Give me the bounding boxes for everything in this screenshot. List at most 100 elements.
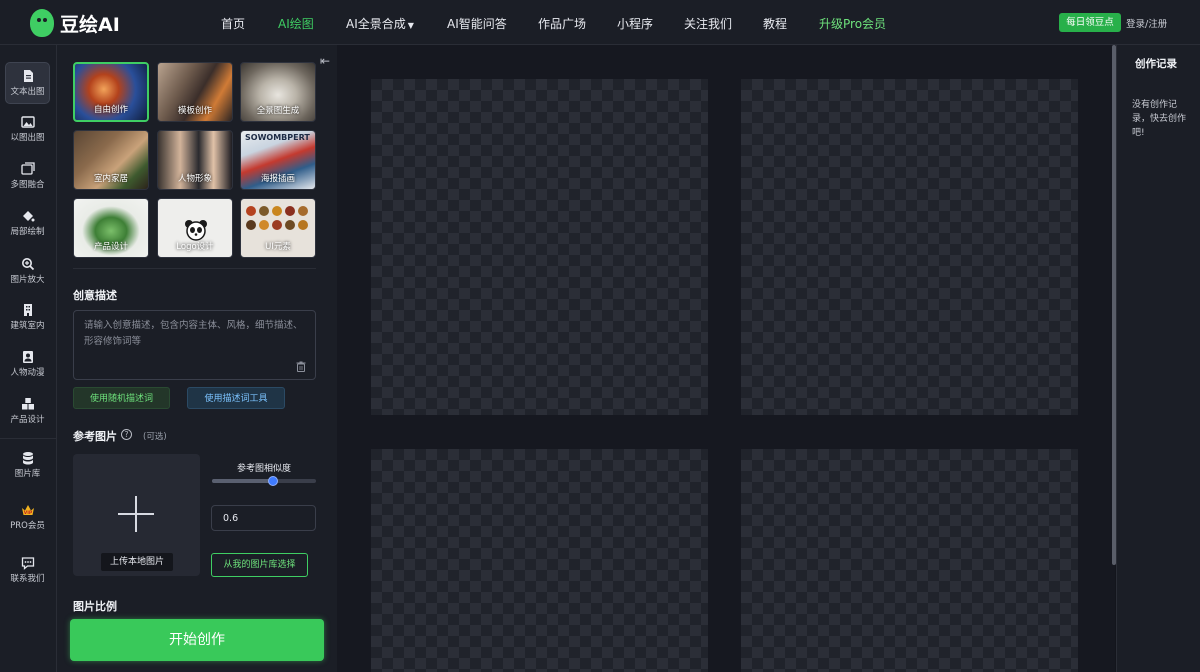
template-label: UI元素 (265, 242, 291, 252)
sidebar-item-label: PRO会员 (10, 521, 45, 531)
sidebar-item-product-design[interactable]: 产品设计 (5, 391, 50, 433)
sidebar-item-image-to-image[interactable]: 以图出图 (5, 109, 50, 151)
sidebar-item-label: 图片库 (14, 469, 41, 479)
nav-follow-us[interactable]: 关注我们 (684, 15, 732, 32)
sidebar-item-pro-member[interactable]: VIP PRO会员 (5, 497, 50, 539)
upload-local-image-label: 上传本地图片 (101, 553, 173, 571)
caret-down-icon: ▼ (407, 21, 414, 30)
similarity-slider-thumb[interactable] (268, 476, 278, 486)
sidebar-item-label: 建筑室内 (10, 321, 45, 331)
result-slot-3 (371, 449, 708, 672)
template-template-creation[interactable]: 模板创作 (157, 62, 233, 122)
result-slot-4 (741, 449, 1078, 672)
history-title: 创作记录 (1135, 58, 1177, 70)
boxes-icon (21, 398, 34, 410)
login-register-link[interactable]: 登录/注册 (1126, 16, 1167, 30)
template-free-creation[interactable]: 自由创作 (73, 62, 149, 122)
description-title: 创意描述 (73, 289, 117, 302)
document-icon (23, 70, 33, 82)
template-character[interactable]: 人物形象 (157, 130, 233, 190)
help-icon[interactable]: ? (121, 429, 132, 440)
nav-ai-panorama[interactable]: AI全景合成 ▼ (346, 15, 414, 32)
sidebar-item-label: 文本出图 (10, 87, 45, 97)
sidebar-item-label: 以图出图 (10, 133, 45, 143)
top-navbar: 豆绘AI 首页 AI绘图 AI全景合成 ▼ AI智能问答 作品广场 小程序 关注我… (0, 0, 1200, 45)
template-label: 产品设计 (93, 242, 128, 252)
sidebar-item-label: 人物动漫 (10, 368, 45, 378)
template-logo[interactable]: Logo设计 (157, 198, 233, 258)
template-interior[interactable]: 室内家居 (73, 130, 149, 190)
collapse-panel-icon[interactable]: ⇤ (320, 54, 330, 68)
sidebar-item-label: 联系我们 (10, 574, 45, 584)
sidebar-item-image-library[interactable]: 图片库 (5, 445, 50, 487)
template-poster[interactable]: SOWOMBPERT 海报插画 (240, 130, 316, 190)
building-icon (23, 304, 32, 316)
zoom-in-icon (21, 258, 34, 271)
ui-elements-icon (246, 206, 308, 230)
panel-divider (73, 268, 316, 269)
nav-upgrade-pro[interactable]: 升级Pro会员 (819, 15, 886, 32)
trash-icon[interactable] (296, 361, 306, 372)
sidebar-item-architecture[interactable]: 建筑室内 (5, 297, 50, 339)
sidebar-item-character-anime[interactable]: 人物动漫 (5, 344, 50, 386)
template-panorama[interactable]: 全景图生成 (240, 62, 316, 122)
random-prompt-button[interactable]: 使用随机描述词 (73, 387, 170, 409)
database-icon (22, 452, 33, 465)
panda-logo-icon (185, 220, 207, 241)
result-slot-2 (741, 79, 1078, 415)
result-slot-1 (371, 79, 708, 415)
nav-mini-program[interactable]: 小程序 (617, 15, 653, 32)
paint-bucket-icon (22, 211, 34, 222)
poster-image-text: SOWOMBPERT (245, 133, 310, 142)
nav-ai-drawing[interactable]: AI绘图 (278, 15, 314, 32)
images-icon (20, 162, 35, 175)
reference-optional: (可选) (143, 432, 167, 442)
nav-ai-panorama-label: AI全景合成 (346, 17, 406, 31)
template-product[interactable]: 产品设计 (73, 198, 149, 258)
daily-points-button[interactable]: 每日领豆点 (1059, 13, 1121, 32)
sidebar-divider (0, 438, 56, 439)
image-icon (20, 116, 35, 128)
sidebar-item-upscale[interactable]: 图片放大 (5, 251, 50, 293)
sidebar-item-contact-us[interactable]: 联系我们 (5, 550, 50, 592)
svg-text:VIP: VIP (23, 510, 32, 516)
tool-sidebar: 文本出图 以图出图 多图融合 局部绘制 图片放大 建筑室内 人物动漫 产品设计 … (0, 45, 57, 672)
nav-home[interactable]: 首页 (221, 15, 245, 32)
template-label: 人物形象 (177, 174, 212, 184)
sidebar-item-label: 局部绘制 (10, 227, 45, 237)
sidebar-item-label: 产品设计 (10, 415, 45, 425)
description-input[interactable]: 请输入创意描述，包含内容主体、风格，细节描述、形容修饰词等 (73, 310, 316, 380)
template-label: 模板创作 (177, 106, 212, 116)
start-creation-button[interactable]: 开始创作 (70, 619, 324, 661)
sidebar-item-multi-image-fusion[interactable]: 多图融合 (5, 156, 50, 198)
template-label: 全景图生成 (256, 106, 300, 116)
nav-tutorial[interactable]: 教程 (763, 15, 787, 32)
sidebar-item-inpainting[interactable]: 局部绘制 (5, 203, 50, 245)
main-nav: 首页 AI绘图 AI全景合成 ▼ AI智能问答 作品广场 小程序 关注我们 教程 … (0, 0, 1200, 45)
portrait-icon (22, 351, 33, 363)
upload-image-box[interactable]: 上传本地图片 (73, 454, 200, 576)
similarity-slider[interactable] (212, 479, 316, 483)
reference-title: 参考图片 (73, 430, 117, 443)
nav-ai-qa[interactable]: AI智能问答 (447, 15, 507, 32)
canvas-area (337, 45, 1115, 672)
template-label: Logo设计 (176, 242, 214, 252)
choose-from-library-button[interactable]: 从我的图片库选择 (211, 553, 308, 577)
template-ui-elements[interactable]: UI元素 (240, 198, 316, 258)
chat-icon (21, 557, 34, 570)
template-label: 自由创作 (93, 105, 128, 115)
similarity-value-input[interactable] (211, 505, 316, 531)
similarity-slider-fill (212, 479, 274, 483)
vip-crown-icon: VIP (21, 505, 34, 516)
prompt-tool-button[interactable]: 使用描述词工具 (187, 387, 285, 409)
sidebar-item-label: 图片放大 (10, 275, 45, 285)
template-label: 海报插画 (260, 174, 295, 184)
sidebar-item-text-to-image[interactable]: 文本出图 (5, 62, 50, 104)
ratio-title: 图片比例 (73, 600, 117, 613)
sidebar-item-label: 多图融合 (10, 180, 45, 190)
plus-icon-vertical (135, 496, 137, 532)
history-empty-text: 没有创作记录，快去创作吧! (1132, 100, 1187, 138)
template-label: 室内家居 (93, 174, 128, 184)
similarity-label: 参考图相似度 (237, 464, 292, 474)
nav-gallery[interactable]: 作品广场 (538, 15, 586, 32)
